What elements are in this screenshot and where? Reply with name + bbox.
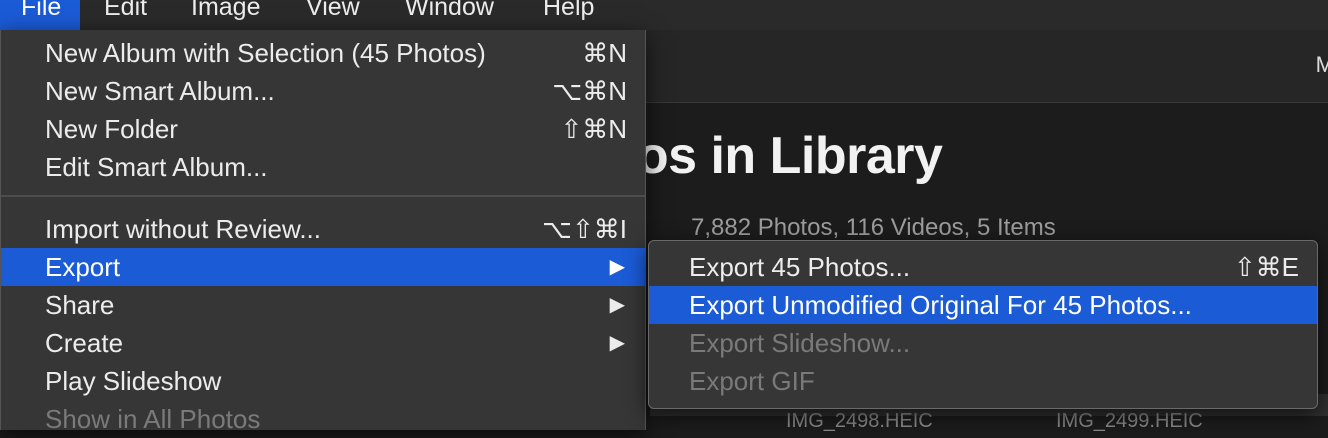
menu-item-export-slideshow: Export Slideshow... — [649, 324, 1317, 362]
menu-item-export-unmodified-original[interactable]: Export Unmodified Original For 45 Photos… — [649, 286, 1317, 324]
thumbnail-filename: IMG_2498.HEIC — [786, 410, 933, 432]
menu-item-label: Export 45 Photos... — [689, 252, 911, 282]
thumbnail-filename: IMG_2499.HEIC — [1056, 410, 1203, 432]
menu-item-import-without-review[interactable]: Import without Review... ⌥⇧⌘I — [1, 210, 645, 248]
menubar-file[interactable]: File — [0, 0, 80, 30]
menu-item-new-folder[interactable]: New Folder ⇧⌘N — [1, 110, 645, 148]
menu-item-label: New Folder — [45, 114, 178, 144]
menu-item-export[interactable]: Export ▶ — [1, 248, 645, 286]
menu-item-play-slideshow[interactable]: Play Slideshow — [1, 362, 645, 400]
menu-item-share[interactable]: Share ▶ — [1, 286, 645, 324]
export-submenu: Export 45 Photos... ⇧⌘E Export Unmodifie… — [648, 240, 1318, 409]
menubar-image[interactable]: Image — [191, 0, 260, 30]
menu-item-label: Import without Review... — [45, 214, 321, 244]
menu-item-label: Edit Smart Album... — [45, 152, 268, 182]
menu-item-label: Share — [45, 290, 115, 320]
menu-item-label: Export Unmodified Original For 45 Photos… — [689, 290, 1192, 320]
menu-item-new-smart-album[interactable]: New Smart Album... ⌥⌘N — [1, 72, 645, 110]
menu-item-export-gif: Export GIF — [649, 362, 1317, 400]
menu-separator — [1, 195, 645, 197]
menu-item-show-in-all-photos: Show in All Photos — [1, 400, 645, 438]
menu-item-shortcut: ⇧⌘N — [560, 114, 627, 144]
menu-item-label: Show in All Photos — [45, 404, 261, 434]
menu-item-shortcut: ⌘N — [582, 38, 627, 68]
menubar-edit[interactable]: Edit — [104, 0, 147, 30]
menu-item-label: Export Slideshow... — [689, 328, 911, 358]
library-title: tos in Library — [620, 127, 943, 185]
menu-item-label: Export — [45, 252, 121, 282]
menu-item-label: New Album with Selection (45 Photos) — [45, 38, 486, 68]
library-item-count: 7,882 Photos, 116 Videos, 5 Items — [691, 214, 1056, 241]
submenu-arrow-icon: ▶ — [609, 256, 625, 278]
menubar-window[interactable]: Window — [405, 0, 494, 30]
menu-item-edit-smart-album[interactable]: Edit Smart Album... — [1, 148, 645, 186]
menu-item-shortcut: ⇧⌘E — [1233, 252, 1299, 282]
menu-item-label: New Smart Album... — [45, 76, 275, 106]
submenu-arrow-icon: ▶ — [609, 332, 625, 354]
file-menu: New Album with Selection (45 Photos) ⌘N … — [0, 30, 646, 434]
menu-item-shortcut: ⌥⇧⌘I — [542, 214, 627, 244]
menu-item-export-photos[interactable]: Export 45 Photos... ⇧⌘E — [649, 248, 1317, 286]
menubar-view[interactable]: View — [306, 0, 360, 30]
menu-item-label: Create — [45, 328, 124, 358]
window-toolbar: M — [590, 30, 1328, 103]
toolbar-trailing-text[interactable]: M — [1316, 52, 1328, 78]
menu-item-create[interactable]: Create ▶ — [1, 324, 645, 362]
menu-item-new-album-with-selection[interactable]: New Album with Selection (45 Photos) ⌘N — [1, 34, 645, 72]
menu-bar: File Edit Image View Window Help — [0, 0, 1328, 31]
menu-item-label: Export GIF — [689, 366, 815, 396]
menu-item-label: Play Slideshow — [45, 366, 222, 396]
menubar-help[interactable]: Help — [543, 0, 594, 30]
submenu-arrow-icon: ▶ — [609, 294, 625, 316]
menu-item-shortcut: ⌥⌘N — [552, 76, 627, 106]
